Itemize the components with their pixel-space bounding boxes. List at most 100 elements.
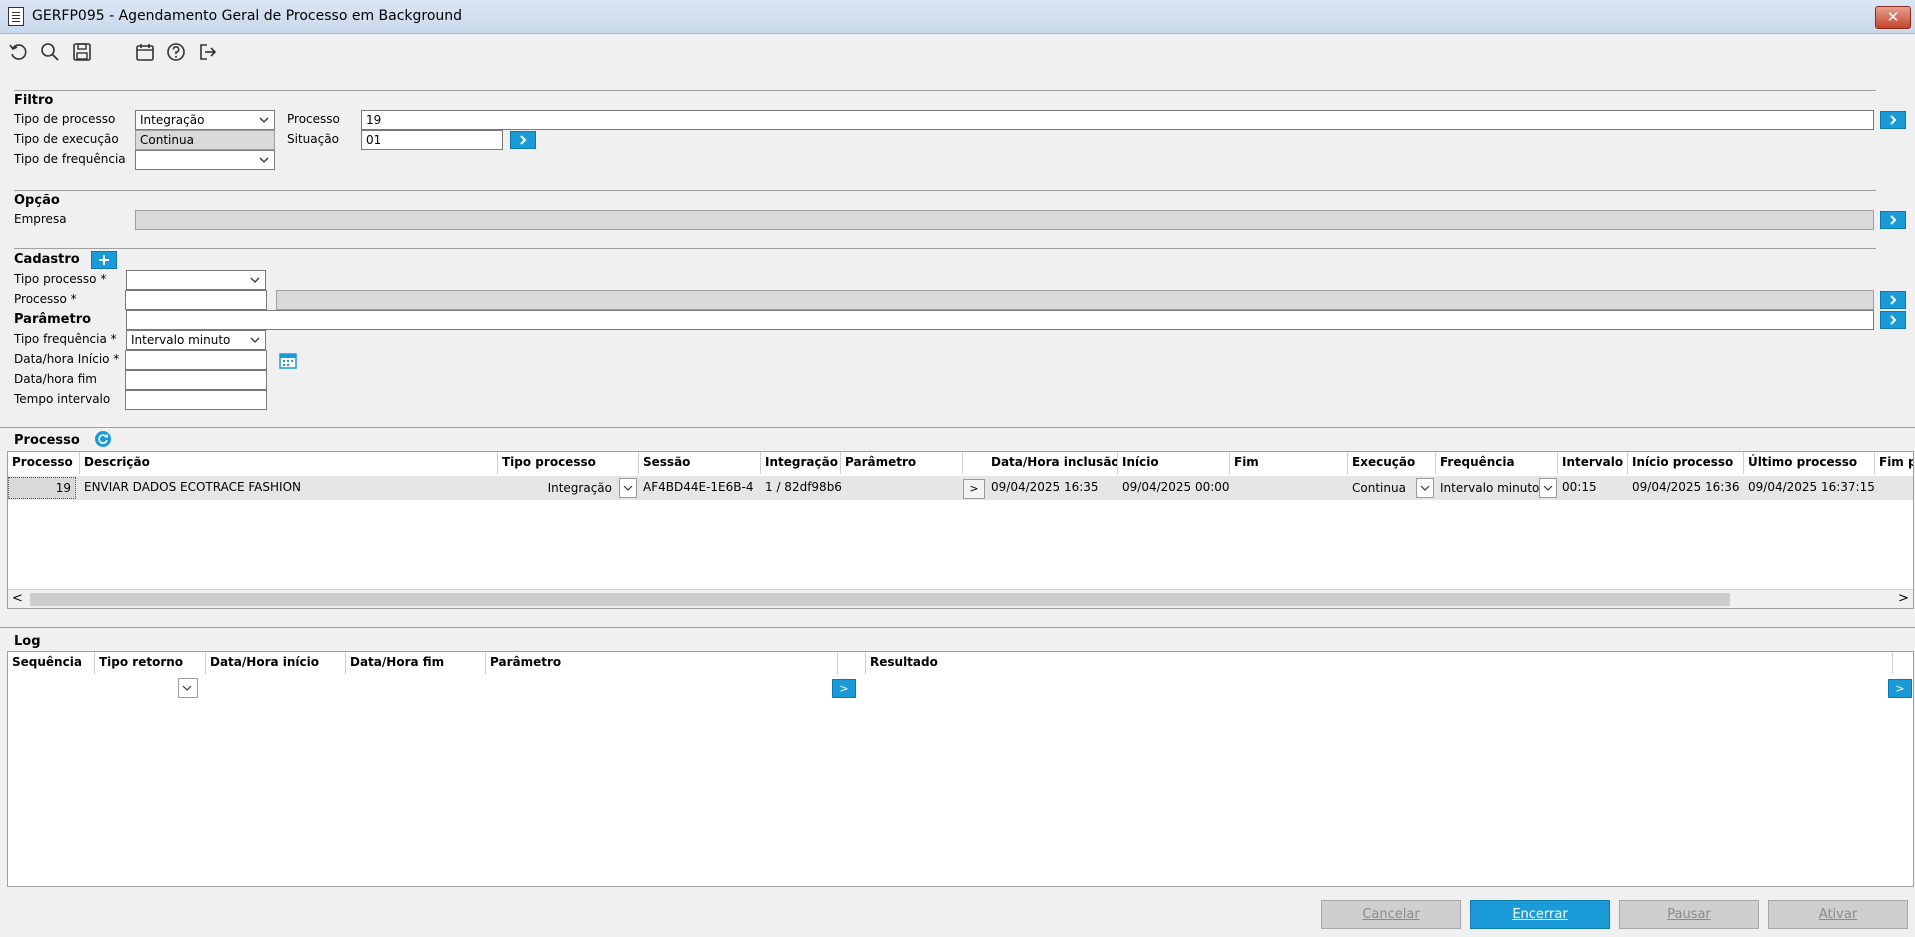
scroll-left-arrow[interactable]: < [12,591,23,606]
table-row[interactable]: 19 ENVIAR DADOS ECOTRACE FASHION Integra… [8,476,1913,500]
cell-intervalo[interactable]: 00:15 [1558,477,1628,499]
ativar-button[interactable]: Ativar [1768,900,1908,929]
cadastro-processo-label: Processo * [14,292,77,306]
col-sequencia[interactable]: Sequência [8,652,95,674]
filtro-processo-label: Processo [287,112,340,126]
filtro-tipo-execucao-field[interactable]: Continua [135,130,275,150]
close-icon: ✕ [1886,8,1900,26]
col-data-hora-fim[interactable]: Data/Hora fim [346,652,486,674]
save-icon[interactable] [70,40,94,64]
opcao-empresa-label: Empresa [14,212,67,226]
cadastro-parametro-input[interactable] [126,310,1874,330]
col-parametro[interactable]: Parâmetro [841,452,963,474]
filtro-situacao-input[interactable]: 01 [361,130,503,150]
help-icon[interactable] [164,40,188,64]
col-frequencia[interactable]: Frequência [1436,452,1558,474]
col-data-hora-inicio[interactable]: Data/Hora início [206,652,346,674]
cadastro-divider [14,248,1876,249]
scroll-right-arrow[interactable]: > [1898,591,1909,606]
cadastro-add-button[interactable] [91,251,117,269]
col-fim-processo[interactable]: Fim pr [1875,452,1913,474]
col-ultimo-processo[interactable]: Último processo [1744,452,1875,474]
encerrar-button[interactable]: Encerrar [1470,900,1610,929]
chevron-down-icon [182,685,192,691]
col-resultado[interactable]: Resultado [866,652,1893,674]
cadastro-tempo-intervalo-input[interactable] [125,390,267,410]
col-inicio-processo[interactable]: Início processo [1628,452,1744,474]
filtro-tipo-processo-select[interactable]: Integração [135,110,275,130]
cadastro-data-fim-label: Data/hora fim [14,372,97,386]
search-icon[interactable] [38,40,62,64]
filtro-tipo-frequencia-select[interactable] [135,150,275,170]
cell-processo[interactable]: 19 [8,477,76,499]
cadastro-processo-search-button[interactable] [1880,291,1906,309]
chevron-down-icon [1420,485,1430,491]
cadastro-tipo-processo-select[interactable] [126,270,266,290]
chevron-down-icon [1543,485,1553,491]
col-log-parametro[interactable]: Parâmetro [486,652,838,674]
cadastro-data-inicio-input[interactable] [125,350,267,370]
cadastro-tipo-frequencia-select[interactable]: Intervalo minuto [126,330,266,350]
cell-tipo-processo[interactable]: Integração [498,478,616,500]
opcao-empresa-search-button[interactable] [1880,211,1906,229]
col-inicio[interactable]: Início [1118,452,1230,474]
exit-icon[interactable] [196,40,220,64]
undo-icon[interactable] [6,40,30,64]
cadastro-title: Cadastro [14,252,80,267]
pausar-button[interactable]: Pausar [1619,900,1759,929]
horizontal-scrollbar[interactable]: < > [8,589,1913,608]
col-integracao[interactable]: Integração [761,452,841,474]
col-sessao[interactable]: Sessão [639,452,761,474]
cell-frequencia[interactable]: Intervalo minuto [1436,478,1540,500]
col-descricao[interactable]: Descrição [80,452,498,474]
col-intervalo[interactable]: Intervalo [1558,452,1628,474]
refresh-icon[interactable] [94,430,112,448]
cadastro-processo-input[interactable] [125,290,267,310]
opcao-empresa-field[interactable] [135,210,1874,230]
cell-ultimo-processo[interactable]: 09/04/2025 16:37:15 [1744,477,1875,499]
document-icon [8,7,24,26]
calendar-picker-icon[interactable] [279,351,297,369]
chevron-right-icon [1890,215,1897,225]
col-tipo-processo[interactable]: Tipo processo [498,452,639,474]
col-fim[interactable]: Fim [1230,452,1348,474]
scrollbar-thumb[interactable] [30,593,1730,606]
cancelar-button[interactable]: Cancelar [1321,900,1461,929]
cell-parametro[interactable] [841,477,963,499]
cell-integracao[interactable]: 1 / 82df98b6 [761,477,841,499]
close-button[interactable]: ✕ [1875,6,1911,29]
opcao-title: Opção [14,193,60,208]
cadastro-parametro-button[interactable] [1880,311,1906,329]
cell-frequencia-dropdown[interactable] [1539,478,1557,498]
col-data-inclusao[interactable]: Data/Hora inclusão [987,452,1118,474]
processo-grid-title: Processo [14,433,80,448]
cell-inicio[interactable]: 09/04/2025 00:00 [1118,477,1230,499]
filtro-situacao-search-button[interactable] [510,131,536,149]
chevron-down-icon [250,337,260,343]
cell-descricao[interactable]: ENVIAR DADOS ECOTRACE FASHION [80,477,498,499]
log-tipo-retorno-dropdown[interactable] [178,678,198,698]
col-tipo-retorno[interactable]: Tipo retorno [95,652,206,674]
filtro-tipo-frequencia-label: Tipo de frequência [14,152,126,166]
filtro-divider [14,90,1876,91]
filtro-processo-search-button[interactable] [1880,111,1906,129]
cadastro-tipo-frequencia-label: Tipo frequência * [14,332,117,346]
cell-tipo-processo-dropdown[interactable] [619,478,637,498]
filtro-title: Filtro [14,93,54,108]
cell-inicio-processo[interactable]: 09/04/2025 16:36 [1628,477,1744,499]
cell-data-inclusao[interactable]: 09/04/2025 16:35 [987,477,1118,499]
cell-parametro-button[interactable]: > [963,479,985,499]
log-divider [0,627,1915,628]
cell-sessao[interactable]: AF4BD44E-1E6B-4 [639,477,761,499]
filtro-processo-input[interactable]: 19 [361,110,1874,130]
col-processo[interactable]: Processo [8,452,80,474]
log-parametro-button[interactable]: > [832,679,856,698]
col-execucao[interactable]: Execução [1348,452,1436,474]
chevron-down-icon [259,157,269,163]
calendar-icon[interactable] [133,40,157,64]
cadastro-data-fim-input[interactable] [125,370,267,390]
cell-fim[interactable] [1230,477,1348,499]
log-resultado-button[interactable]: > [1888,679,1912,698]
cell-execucao-dropdown[interactable] [1416,478,1434,498]
cell-execucao[interactable]: Continua [1348,478,1416,500]
